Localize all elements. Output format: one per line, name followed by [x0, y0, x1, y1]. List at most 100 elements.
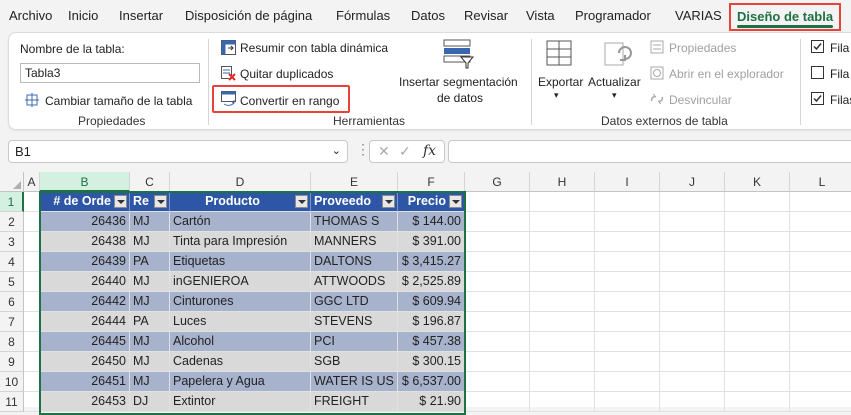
cell[interactable]	[24, 392, 40, 412]
table-cell[interactable]: GGC LTD	[311, 292, 398, 312]
cell[interactable]	[790, 312, 851, 332]
drag-handle-icon[interactable]: ⋮	[356, 141, 370, 158]
cell[interactable]	[465, 372, 530, 392]
table-cell[interactable]: Cadenas	[170, 352, 311, 372]
cell[interactable]	[725, 352, 790, 372]
table-cell[interactable]: 26450	[40, 352, 130, 372]
cell[interactable]	[660, 252, 725, 272]
cell[interactable]	[24, 352, 40, 372]
row-header-9[interactable]: 9	[0, 352, 24, 372]
cell[interactable]	[24, 272, 40, 292]
row-header-1[interactable]: 1	[0, 192, 24, 212]
cell[interactable]	[725, 212, 790, 232]
table-cell[interactable]: Extintor	[170, 392, 311, 412]
table-cell[interactable]: 26440	[40, 272, 130, 292]
cell[interactable]	[660, 332, 725, 352]
table-header-cell[interactable]: Re	[130, 192, 170, 212]
row-header-3[interactable]: 3	[0, 232, 24, 252]
table-cell[interactable]: DJ	[130, 392, 170, 412]
name-box[interactable]: B1 ⌄	[8, 140, 348, 163]
table-cell[interactable]: Alcohol	[170, 332, 311, 352]
menu-disposicion[interactable]: Disposición de página	[185, 8, 312, 23]
column-header-b[interactable]: B	[40, 172, 130, 192]
table-cell[interactable]: PCI	[311, 332, 398, 352]
table-cell[interactable]: $ 2,525.89	[398, 272, 465, 292]
table-header-cell[interactable]: # de Orde	[40, 192, 130, 212]
table-cell[interactable]: $ 300.15	[398, 352, 465, 372]
cell[interactable]	[595, 212, 660, 232]
table-cell[interactable]: 26436	[40, 212, 130, 232]
table-cell[interactable]: 26438	[40, 232, 130, 252]
column-header-a[interactable]: A	[24, 172, 40, 192]
cell[interactable]	[725, 272, 790, 292]
cell[interactable]	[790, 192, 851, 212]
table-cell[interactable]: Luces	[170, 312, 311, 332]
confirm-icon[interactable]: ✓	[399, 143, 411, 160]
table-cell[interactable]: FREIGHT	[311, 392, 398, 412]
filter-dropdown-icon[interactable]	[382, 195, 395, 208]
table-cell[interactable]: ATTWOODS	[311, 272, 398, 292]
filter-dropdown-icon[interactable]	[449, 195, 462, 208]
cell[interactable]	[595, 352, 660, 372]
table-cell[interactable]: 26445	[40, 332, 130, 352]
column-header-f[interactable]: F	[398, 172, 465, 192]
cell[interactable]	[465, 212, 530, 232]
cell[interactable]	[24, 212, 40, 232]
cell[interactable]	[790, 392, 851, 412]
cell[interactable]	[465, 192, 530, 212]
cell[interactable]	[790, 292, 851, 312]
table-header-cell[interactable]: Proveedo	[311, 192, 398, 212]
cell[interactable]	[790, 212, 851, 232]
table-cell[interactable]: $ 196.87	[398, 312, 465, 332]
table-cell[interactable]: 26444	[40, 312, 130, 332]
table-cell[interactable]: THOMAS S	[311, 212, 398, 232]
cell[interactable]	[595, 252, 660, 272]
cell[interactable]	[465, 292, 530, 312]
row-header-4[interactable]: 4	[0, 252, 24, 272]
cell[interactable]	[530, 252, 595, 272]
cell[interactable]	[660, 292, 725, 312]
cell[interactable]	[790, 332, 851, 352]
insert-function-icon[interactable]: fx	[423, 143, 436, 159]
cell[interactable]	[530, 352, 595, 372]
cell[interactable]	[790, 372, 851, 392]
table-cell[interactable]: $ 457.38	[398, 332, 465, 352]
row-header-2[interactable]: 2	[0, 212, 24, 232]
cell[interactable]	[595, 292, 660, 312]
cell[interactable]	[24, 372, 40, 392]
table-cell[interactable]: MJ	[130, 272, 170, 292]
cell[interactable]	[24, 192, 40, 212]
cell[interactable]	[725, 192, 790, 212]
row-header-6[interactable]: 6	[0, 292, 24, 312]
row-header-5[interactable]: 5	[0, 272, 24, 292]
column-header-i[interactable]: I	[595, 172, 660, 192]
column-header-k[interactable]: K	[725, 172, 790, 192]
filter-dropdown-icon[interactable]	[154, 195, 167, 208]
table-header-cell[interactable]: Producto	[170, 192, 311, 212]
cell[interactable]	[725, 372, 790, 392]
table-cell[interactable]: 26453	[40, 392, 130, 412]
cell[interactable]	[660, 212, 725, 232]
column-header-c[interactable]: C	[130, 172, 170, 192]
menu-diseno-de-tabla[interactable]: Diseño de tabla	[729, 3, 842, 31]
cell[interactable]	[465, 272, 530, 292]
cell[interactable]	[725, 332, 790, 352]
cell[interactable]	[595, 312, 660, 332]
table-cell[interactable]: $ 391.00	[398, 232, 465, 252]
row-header-8[interactable]: 8	[0, 332, 24, 352]
cell[interactable]	[465, 232, 530, 252]
table-cell[interactable]: SGB	[311, 352, 398, 372]
cell[interactable]	[660, 232, 725, 252]
cell[interactable]	[660, 192, 725, 212]
cell[interactable]	[790, 232, 851, 252]
cell[interactable]	[595, 392, 660, 412]
table-cell[interactable]: $ 144.00	[398, 212, 465, 232]
menu-datos[interactable]: Datos	[411, 8, 445, 23]
table-cell[interactable]: $ 6,537.00	[398, 372, 465, 392]
cell[interactable]	[595, 372, 660, 392]
table-cell[interactable]: Cartón	[170, 212, 311, 232]
table-cell[interactable]: 26451	[40, 372, 130, 392]
cell[interactable]	[24, 312, 40, 332]
cell[interactable]	[530, 372, 595, 392]
cell[interactable]	[24, 332, 40, 352]
